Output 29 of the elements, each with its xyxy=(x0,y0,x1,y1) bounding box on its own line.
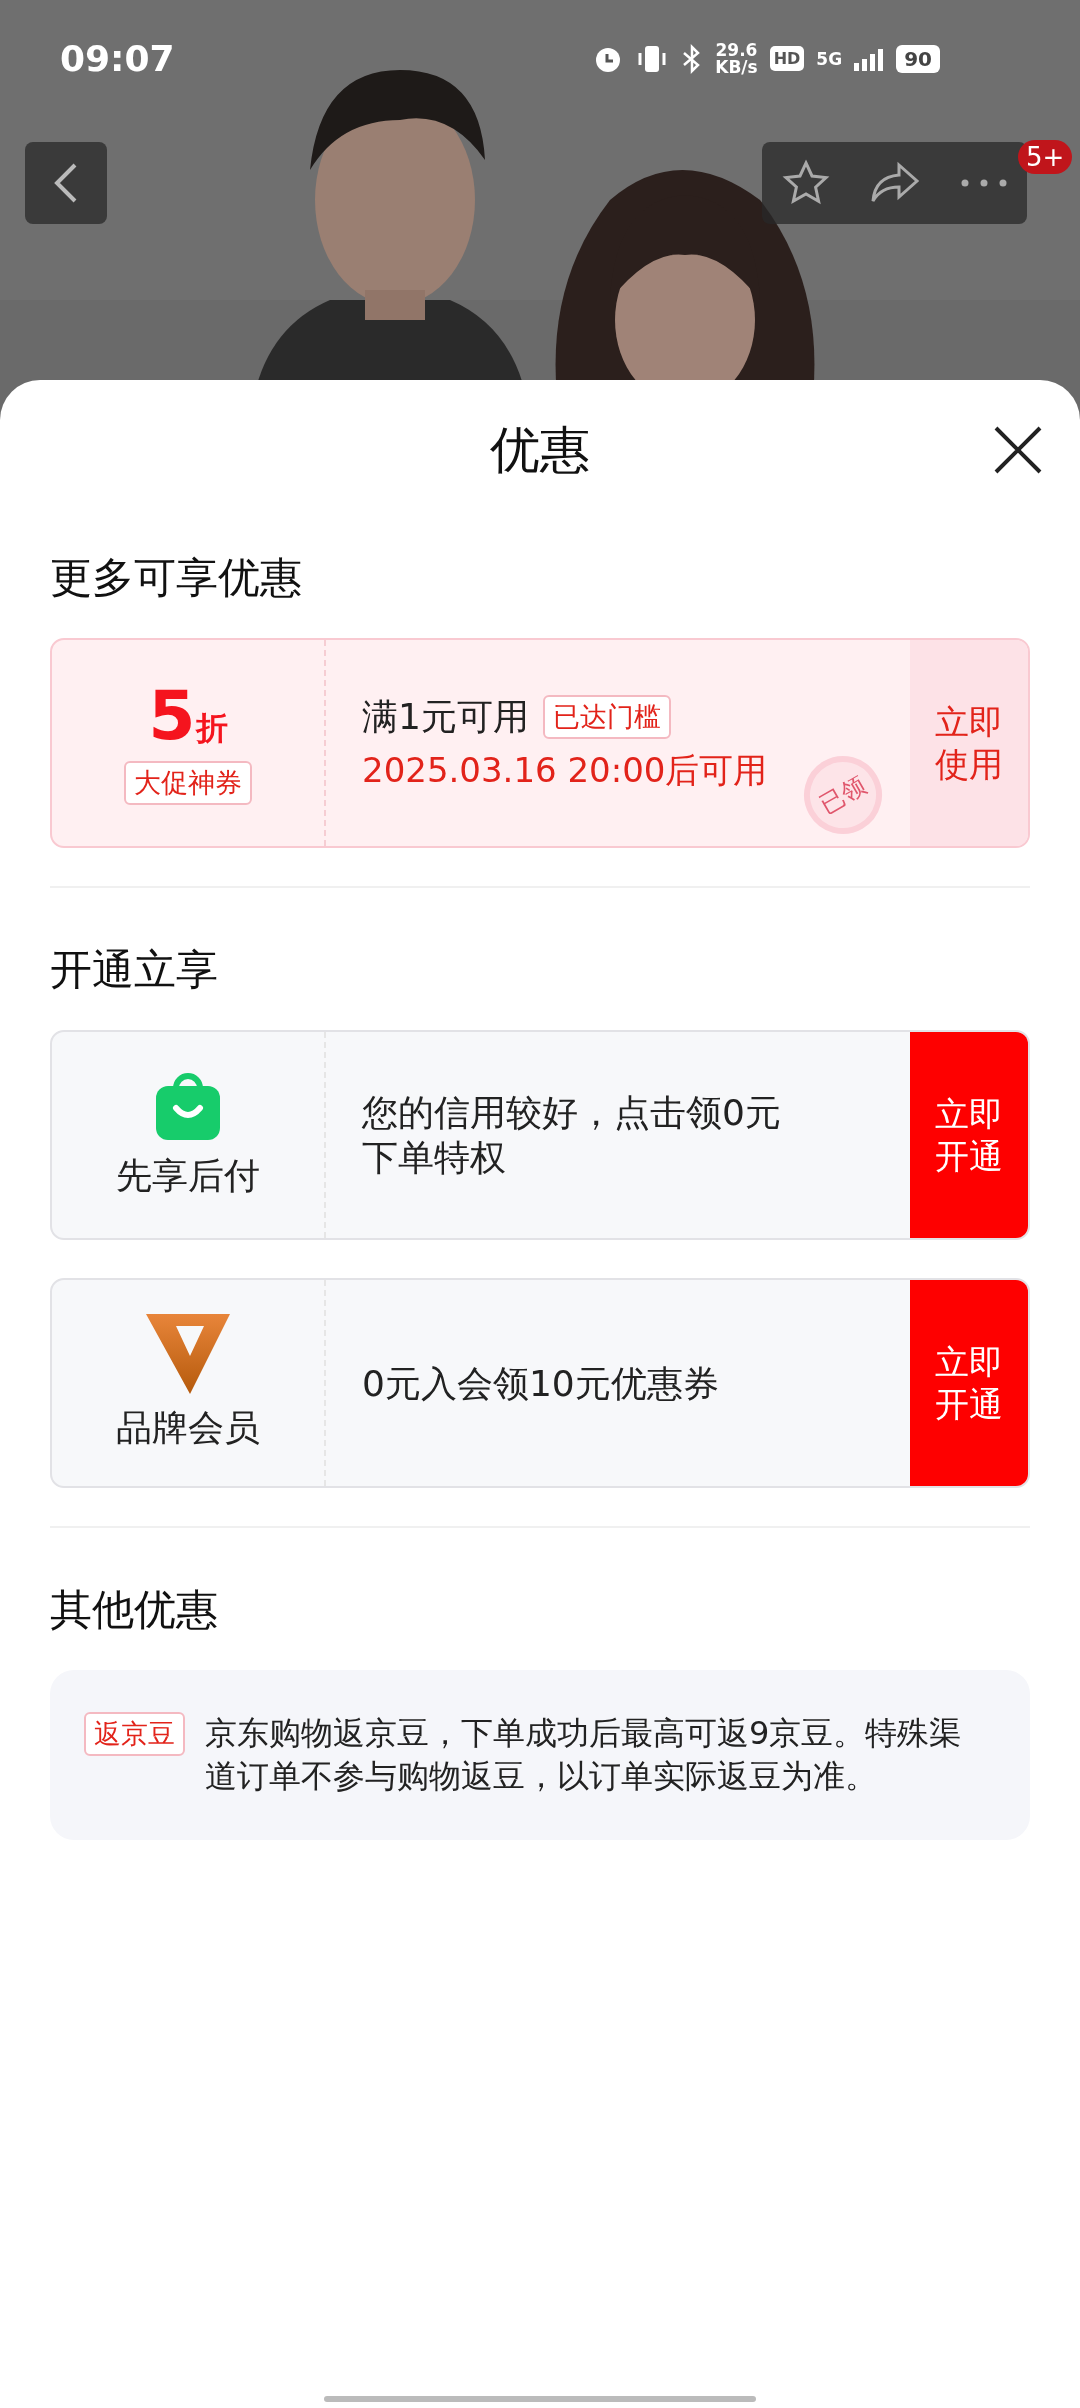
use-button[interactable]: 立即使用 xyxy=(910,640,1028,846)
section-title: 其他优惠 xyxy=(50,1584,219,1636)
activate-button[interactable]: 立即开通 xyxy=(910,1280,1028,1486)
service-description: 您的信用较好，点击领0元下单特权 xyxy=(362,1091,782,1180)
coupon-tag: 大促神券 xyxy=(124,760,252,805)
coupon-condition: 满1元可用 xyxy=(362,694,529,739)
threshold-tag: 已达门槛 xyxy=(542,695,671,739)
discount-unit: 折 xyxy=(195,707,228,749)
discount-value: 5 xyxy=(148,681,196,750)
battery-level: 90 xyxy=(896,44,940,73)
sheet-title: 优惠 xyxy=(490,419,590,481)
star-icon[interactable] xyxy=(781,159,830,207)
signal-icon xyxy=(854,46,885,71)
section-title: 开通立享 xyxy=(50,944,219,996)
hd-indicator: HD xyxy=(769,46,805,71)
v-logo-icon xyxy=(146,1313,230,1394)
activate-button[interactable]: 立即开通 xyxy=(910,1032,1028,1238)
note-tag: 返京豆 xyxy=(84,1712,185,1756)
section-title: 更多可享优惠 xyxy=(50,552,303,604)
coupon-valid-time: 2025.03.16 20:00后可用 xyxy=(362,748,768,792)
network-speed: 29.6 KB/s xyxy=(715,41,758,76)
service-name: 品牌会员 xyxy=(116,1405,260,1450)
note-text: 京东购物返京豆，下单成功后最高可返9京豆。特殊渠道订单不参与购物返豆，以订单实际返豆为准。 xyxy=(205,1713,963,1798)
back-button[interactable] xyxy=(25,142,107,224)
clock-time: 09:07 xyxy=(60,38,175,79)
service-description: 0元入会领10元优惠券 xyxy=(362,1361,720,1406)
service-name: 先享后付 xyxy=(116,1153,260,1198)
network-type: 5G xyxy=(816,48,843,69)
more-icon[interactable] xyxy=(959,178,1008,188)
